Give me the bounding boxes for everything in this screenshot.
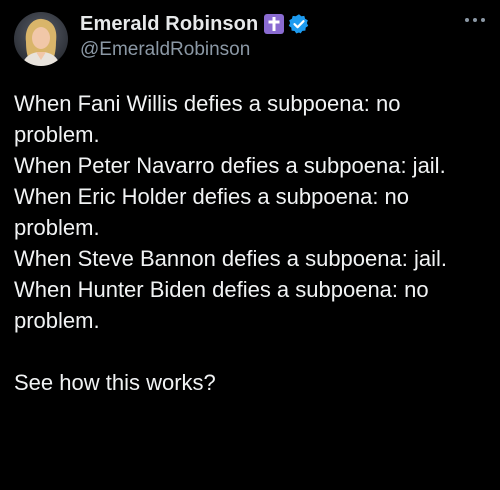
tweet-header: Emerald Robinson @EmeraldRobinson	[14, 10, 486, 70]
cross-icon	[264, 14, 285, 34]
verified-icon[interactable]	[288, 13, 310, 35]
avatar-image	[14, 12, 68, 66]
avatar[interactable]	[14, 12, 68, 66]
author-info: Emerald Robinson @EmeraldRobinson	[80, 10, 310, 61]
tweet-text: When Fani Willis defies a subpoena: no p…	[14, 91, 447, 395]
handle[interactable]: @EmeraldRobinson	[80, 39, 310, 61]
name-row: Emerald Robinson	[80, 12, 310, 36]
tweet-card: Emerald Robinson @EmeraldRobinson When F…	[0, 0, 500, 490]
display-name[interactable]: Emerald Robinson	[80, 13, 258, 36]
more-horizontal-icon[interactable]	[462, 10, 488, 30]
